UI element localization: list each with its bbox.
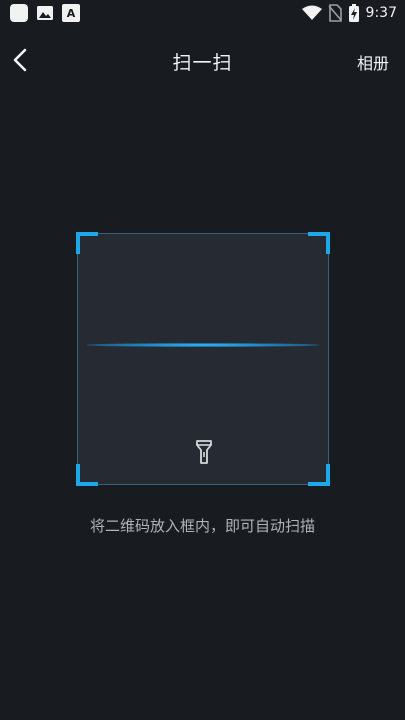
scan-line [86,343,320,347]
corner-bottom-right [308,464,330,486]
app-square-icon [10,4,28,22]
scan-screen: A 9:37 扫一扫 相册 将二维码放入框内，即可自动扫描 [0,0,405,720]
status-bar-right: 9:37 [301,3,397,23]
status-time: 9:37 [365,5,397,21]
flashlight-button[interactable] [195,439,213,465]
status-bar: A 9:37 [0,0,405,28]
top-bar: 扫一扫 相册 [0,40,405,80]
scan-hint: 将二维码放入框内，即可自动扫描 [89,517,315,535]
battery-charging-icon [348,4,359,22]
corner-bottom-left [76,464,98,486]
a-notification-icon: A [62,4,80,22]
corner-top-left [76,232,98,254]
flashlight-icon [196,440,212,464]
status-bar-left: A [10,4,80,22]
wifi-icon [301,5,322,20]
scan-frame [76,232,330,486]
album-button[interactable]: 相册 [357,50,389,74]
gallery-icon [37,6,53,20]
no-sim-icon [327,4,342,22]
page-title: 扫一扫 [172,52,233,74]
corner-top-right [308,232,330,254]
